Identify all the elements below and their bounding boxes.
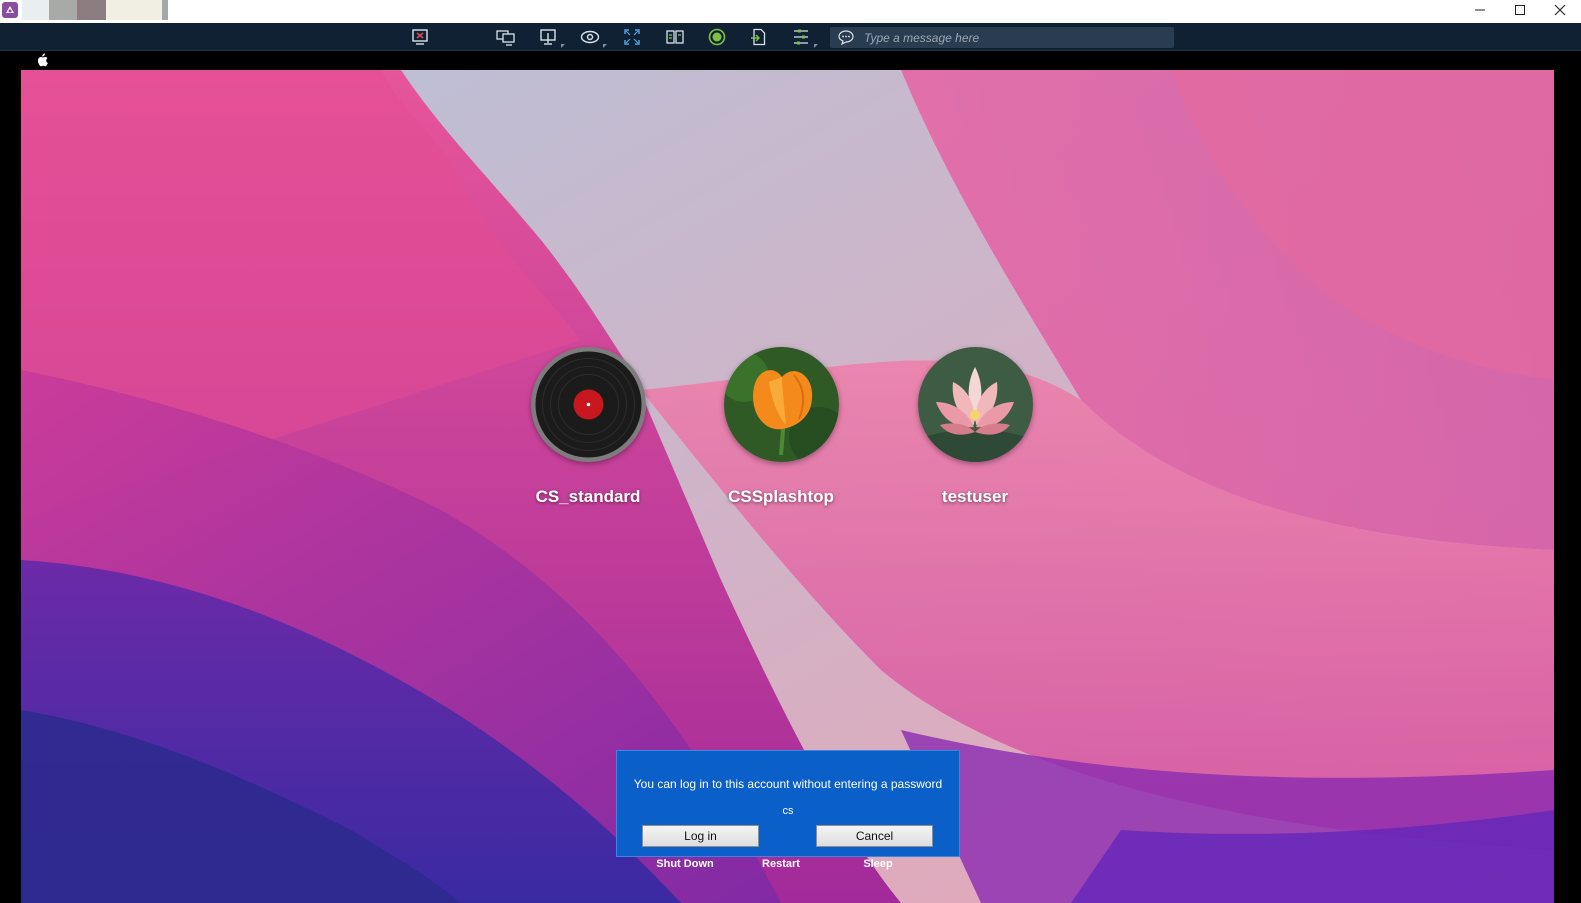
user-name: testuser [941,487,1009,506]
avatar[interactable] [917,347,1033,462]
log-in-button[interactable]: Log in [642,825,759,847]
user-tile[interactable]: testuser [905,347,1045,507]
mac-menu-bar [0,51,1581,70]
thumbnail-swatch [77,0,106,20]
fullscreen-button[interactable] [619,26,645,48]
disconnect-button[interactable] [407,26,433,48]
avatar[interactable] [530,347,646,462]
view-only-icon [580,30,600,44]
file-icon [751,28,766,46]
orange-poppy-avatar [723,347,839,462]
thumbnail-swatch [49,0,77,20]
thumbnail-swatch [162,0,168,20]
app-icon [2,2,18,18]
dialog-username: cs [782,805,794,817]
file-button[interactable] [746,26,772,48]
minimize-icon [1475,9,1485,11]
maximize-button[interactable] [1500,0,1540,20]
file-transfer-button[interactable] [662,26,688,48]
cancel-button[interactable]: Cancel [816,825,933,847]
user-tile[interactable]: CS_standard [518,347,658,507]
thumbnail-swatch [22,0,49,20]
shut-down-button[interactable]: Shut Down [645,858,725,870]
close-icon [1554,4,1566,16]
dropdown-caret-icon [603,44,607,48]
restart-button[interactable]: Restart [741,858,821,870]
login-dialog: You can log in to this account without e… [616,750,960,857]
switch-monitor-icon [496,30,515,46]
file-transfer-icon [666,30,684,44]
user-tile[interactable]: CSSplashtop [711,347,851,507]
remote-toolbar [0,23,1581,51]
record-button[interactable] [704,26,730,48]
chat-message-box [830,27,1174,48]
dropdown-caret-icon [561,44,565,48]
user-name: CSSplashtop [728,487,834,506]
vinyl-record-avatar [530,347,646,462]
chat-icon [838,30,854,45]
close-button[interactable] [1540,0,1580,20]
maximize-icon [1515,5,1525,15]
disconnect-icon [412,29,428,45]
avatar[interactable] [723,347,839,462]
chat-message-input[interactable] [864,27,1164,48]
more-options-icon [794,29,808,45]
dialog-message: You can log in to this account without e… [633,777,943,791]
display-icon [540,29,556,45]
pink-lotus-avatar [917,347,1033,462]
remote-desktop-screen: CS_standard CSSplashtop testuser You can… [21,70,1554,903]
more-options-button[interactable] [788,26,818,48]
display-settings-button[interactable] [535,26,565,48]
window-title-bar [0,0,1581,23]
apple-icon[interactable] [36,53,48,67]
sleep-button[interactable]: Sleep [838,858,918,870]
switch-monitor-button[interactable] [493,26,519,48]
record-icon [708,28,726,46]
dropdown-caret-icon [814,44,818,48]
view-only-button[interactable] [577,26,607,48]
minimize-button[interactable] [1460,0,1500,20]
fullscreen-icon [624,29,640,45]
thumbnail-swatch [106,0,162,20]
user-name: CS_standard [535,487,641,506]
